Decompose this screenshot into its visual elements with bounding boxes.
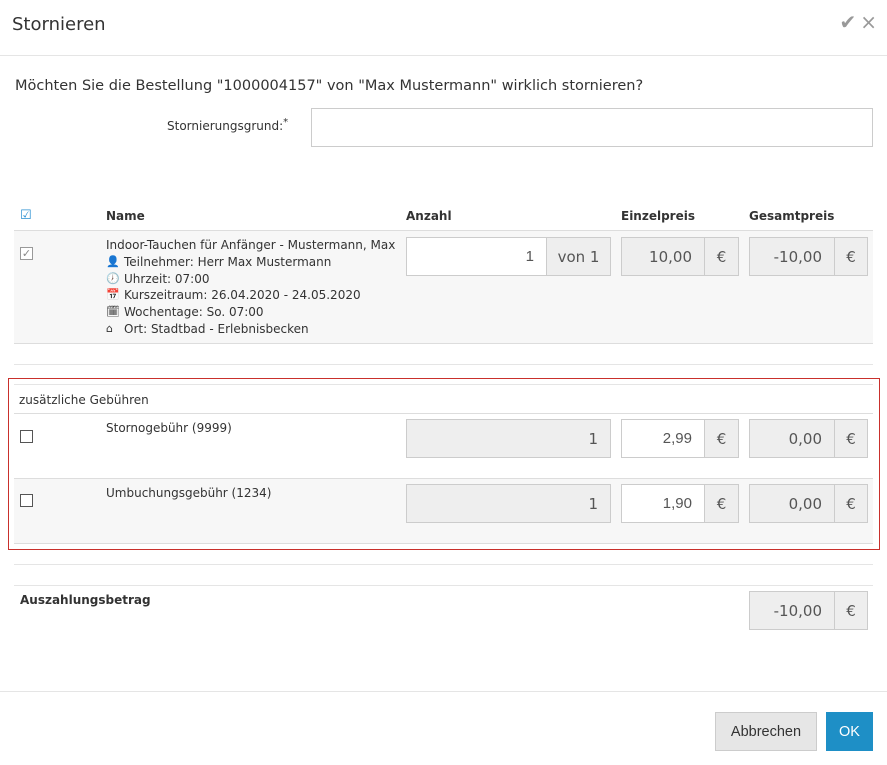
column-header-unit-price: Einzelpreis xyxy=(621,209,695,223)
item-location: ⌂ Ort: Stadtbad - Erlebnisbecken xyxy=(106,321,395,338)
checkmark-icon[interactable]: ✔ xyxy=(839,10,856,34)
calendar-icon: 📅 xyxy=(106,288,120,302)
fee-total-storno: 0,00 xyxy=(749,419,835,458)
total-price-field: -10,00 xyxy=(749,237,835,276)
total-price-currency: € xyxy=(834,237,868,276)
fee-total-currency-umbuchung: € xyxy=(834,484,868,523)
item-period: 📅 Kurszeitraum: 26.04.2020 - 24.05.2020 xyxy=(106,287,395,304)
home-icon: ⌂ xyxy=(106,321,113,335)
unit-price-field: 10,00 xyxy=(621,237,705,276)
quantity-input[interactable] xyxy=(406,237,547,276)
fee-unit-price-input-umbuchung[interactable] xyxy=(621,484,705,523)
fee-name-storno: Stornogebühr (9999) xyxy=(106,421,232,435)
fee-unit-price-input-storno[interactable] xyxy=(621,419,705,458)
dialog-title: Stornieren xyxy=(12,14,106,35)
reason-label: Stornierungsgrund:* xyxy=(167,117,288,133)
cancel-button[interactable]: Abbrechen xyxy=(715,712,817,751)
fee-quantity-umbuchung: 1 xyxy=(406,484,611,523)
row-divider xyxy=(14,543,873,544)
user-icon: 👤 xyxy=(106,254,120,268)
cancellation-reason-input[interactable] xyxy=(311,108,873,147)
ok-button[interactable]: OK xyxy=(826,712,873,751)
required-mark: * xyxy=(283,117,289,128)
header-icons: ✔ × xyxy=(835,10,877,34)
confirm-question: Möchten Sie die Bestellung "1000004157" … xyxy=(15,78,644,94)
location-text: Ort: Stadtbad - Erlebnisbecken xyxy=(124,321,309,336)
row-divider xyxy=(14,478,873,479)
column-header-name: Name xyxy=(106,209,145,223)
header-divider xyxy=(0,55,887,56)
reason-label-text: Stornierungsgrund: xyxy=(167,119,284,133)
fees-header-divider xyxy=(14,413,873,414)
footer-divider xyxy=(0,691,887,692)
select-all-checkbox-icon[interactable]: ☑ xyxy=(20,209,33,222)
calendar-blank-icon: 🗓 xyxy=(106,305,120,319)
fees-label: zusätzliche Gebühren xyxy=(19,393,149,407)
close-icon[interactable]: × xyxy=(860,10,877,34)
fee-unit-currency-umbuchung: € xyxy=(704,484,739,523)
fee-total-umbuchung: 0,00 xyxy=(749,484,835,523)
section-divider xyxy=(14,364,873,365)
fees-top-divider xyxy=(14,384,873,385)
item-checkbox[interactable]: ✓ xyxy=(20,247,33,260)
quantity-of-addon: von 1 xyxy=(546,237,611,276)
fee-unit-currency-storno: € xyxy=(704,419,739,458)
item-details: Indoor-Tauchen für Anfänger - Mustermann… xyxy=(106,237,395,338)
fee-checkbox-storno[interactable] xyxy=(20,430,33,443)
item-weekdays: 🗓 Wochentage: So. 07:00 xyxy=(106,304,395,321)
participant-text: Teilnehmer: Herr Max Mustermann xyxy=(124,254,332,269)
fee-total-currency-storno: € xyxy=(834,419,868,458)
fee-checkbox-umbuchung[interactable] xyxy=(20,494,33,507)
payout-divider xyxy=(14,585,873,586)
item-time: 🕖 Uhrzeit: 07:00 xyxy=(106,271,395,288)
payout-label: Auszahlungsbetrag xyxy=(20,593,151,607)
period-text: Kurszeitraum: 26.04.2020 - 24.05.2020 xyxy=(124,288,361,303)
payout-amount: -10,00 xyxy=(749,591,835,630)
payout-currency: € xyxy=(834,591,868,630)
time-text: Uhrzeit: 07:00 xyxy=(124,271,210,286)
fee-name-umbuchung: Umbuchungsgebühr (1234) xyxy=(106,486,272,500)
column-header-quantity: Anzahl xyxy=(406,209,452,223)
item-title: Indoor-Tauchen für Anfänger - Mustermann… xyxy=(106,238,396,252)
unit-price-currency: € xyxy=(704,237,739,276)
item-participant: 👤 Teilnehmer: Herr Max Mustermann xyxy=(106,254,395,271)
row-divider xyxy=(14,343,873,344)
clock-icon: 🕖 xyxy=(106,271,120,285)
column-header-total-price: Gesamtpreis xyxy=(749,209,835,223)
section-divider xyxy=(14,564,873,565)
fee-quantity-storno: 1 xyxy=(406,419,611,458)
weekdays-text: Wochentage: So. 07:00 xyxy=(124,305,264,320)
